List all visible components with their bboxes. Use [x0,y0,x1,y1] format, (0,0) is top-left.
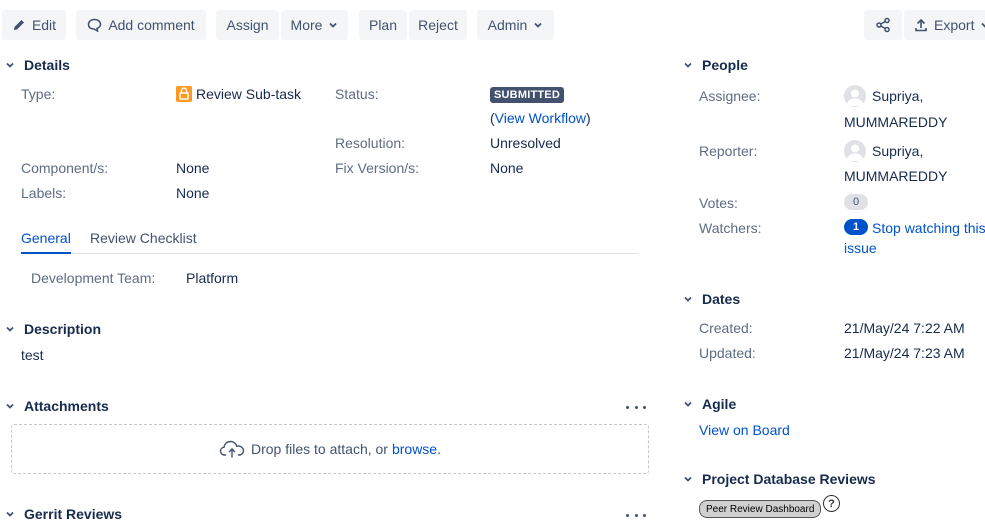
components-value: None [176,160,210,176]
issue-toolbar: Edit Add comment Assign More Plan Reject… [0,10,985,40]
admin-button[interactable]: Admin [477,10,554,40]
details-section-toggle[interactable]: Details [2,57,70,73]
export-button[interactable]: Export [904,10,985,40]
status-lozenge: SUBMITTED [490,87,564,103]
edit-label: Edit [31,17,57,33]
details-title: Details [24,57,70,73]
peer-review-dashboard-button[interactable]: Peer Review Dashboard [699,500,822,518]
agile-title: Agile [702,396,737,412]
cloud-upload-icon [219,440,245,458]
attachments-title: Attachments [24,398,109,414]
components-label: Component/s: [21,160,109,176]
created-label: Created: [699,320,753,336]
status-label: Status: [335,86,379,102]
reject-label: Reject [418,17,458,33]
upload-icon [915,18,927,32]
chevron-down-icon [680,291,696,307]
chevron-down-icon [981,22,985,28]
reporter-label: Reporter: [699,143,758,159]
stop-watching-link[interactable]: Stop watching this [872,220,985,236]
chevron-down-icon [2,506,18,522]
type-value-text: Review Sub-task [196,86,302,102]
resolution-value: Unresolved [490,135,561,151]
people-section-toggle[interactable]: People [680,57,748,73]
gerrit-more-icon[interactable] [626,509,646,521]
tab-general[interactable]: General [21,230,71,254]
reporter-name-line1[interactable]: Supriya, [872,143,923,159]
tab-review-checklist[interactable]: Review Checklist [90,230,197,254]
dev-team-value: Platform [186,270,239,286]
view-workflow-wrapper: (View Workflow) [490,110,591,126]
people-title: People [702,57,748,73]
avatar [844,85,866,107]
watchers-label: Watchers: [699,220,762,236]
assignee-label: Assignee: [699,88,761,104]
assign-label: Assign [226,17,269,33]
assignee-name-line1[interactable]: Supriya, [872,88,923,104]
browse-link[interactable]: browse. [392,441,441,457]
add-comment-label: Add comment [108,17,195,33]
dev-team-label: Development Team: [31,270,156,286]
chevron-down-icon [534,22,542,28]
project-db-title: Project Database Reviews [702,471,876,487]
project-db-section-toggle[interactable]: Project Database Reviews [680,471,876,487]
chevron-down-icon [680,57,696,73]
edit-button[interactable]: Edit [2,10,66,40]
export-label: Export [934,17,975,33]
add-comment-button[interactable]: Add comment [76,10,206,40]
gerrit-section-toggle[interactable]: Gerrit Reviews [2,506,122,522]
chevron-down-icon [680,471,696,487]
dates-title: Dates [702,291,741,307]
updated-label: Updated: [699,345,756,361]
share-icon [876,17,890,33]
chevron-down-icon [2,398,18,414]
plan-label: Plan [368,17,398,33]
chevron-down-icon [329,22,338,28]
share-button[interactable] [864,10,902,40]
resolution-label: Resolution: [335,135,406,151]
subtask-icon [176,86,192,102]
chevron-down-icon [2,57,18,73]
more-button[interactable]: More [281,10,348,40]
comment-icon [88,18,102,32]
assignee-name-line2[interactable]: MUMMAREDDY [844,114,947,130]
help-icon[interactable]: ? [823,495,840,512]
attachment-dropzone[interactable]: Drop files to attach, or browse. [11,424,649,474]
admin-label: Admin [487,17,528,33]
dropzone-text: Drop files to attach, or [251,441,388,457]
assign-button[interactable]: Assign [216,10,279,40]
type-label: Type: [21,86,56,102]
created-value: 21/May/24 7:22 AM [844,320,965,336]
watchers-count-badge[interactable]: 1 [844,219,868,235]
description-text[interactable]: test [21,347,44,363]
pencil-icon [13,20,24,30]
chevron-down-icon [680,396,696,412]
description-section-toggle[interactable]: Description [2,321,101,337]
gerrit-title: Gerrit Reviews [24,506,123,522]
agile-section-toggle[interactable]: Agile [680,396,736,412]
votes-count-badge[interactable]: 0 [844,194,868,210]
attachments-more-icon[interactable] [626,401,646,413]
type-value: Review Sub-task [176,86,301,102]
view-workflow-link[interactable]: View Workflow [495,110,586,126]
attachments-section-toggle[interactable]: Attachments [2,398,109,414]
stop-watching-link-cont[interactable]: issue [844,240,877,256]
fix-version-label: Fix Version/s: [335,160,420,176]
more-label: More [290,17,323,33]
description-title: Description [24,321,102,337]
reporter-name-line2[interactable]: MUMMAREDDY [844,168,947,184]
votes-label: Votes: [699,195,738,211]
view-on-board-link[interactable]: View on Board [699,422,790,438]
dates-section-toggle[interactable]: Dates [680,291,740,307]
labels-value: None [176,185,210,201]
avatar [844,140,866,162]
updated-value: 21/May/24 7:23 AM [844,345,965,361]
labels-label: Labels: [21,185,67,201]
plan-button[interactable]: Plan [359,10,407,40]
reject-button[interactable]: Reject [409,10,467,40]
fix-version-value: None [490,160,524,176]
chevron-down-icon [2,321,18,337]
field-tabs: General Review Checklist [21,230,638,254]
